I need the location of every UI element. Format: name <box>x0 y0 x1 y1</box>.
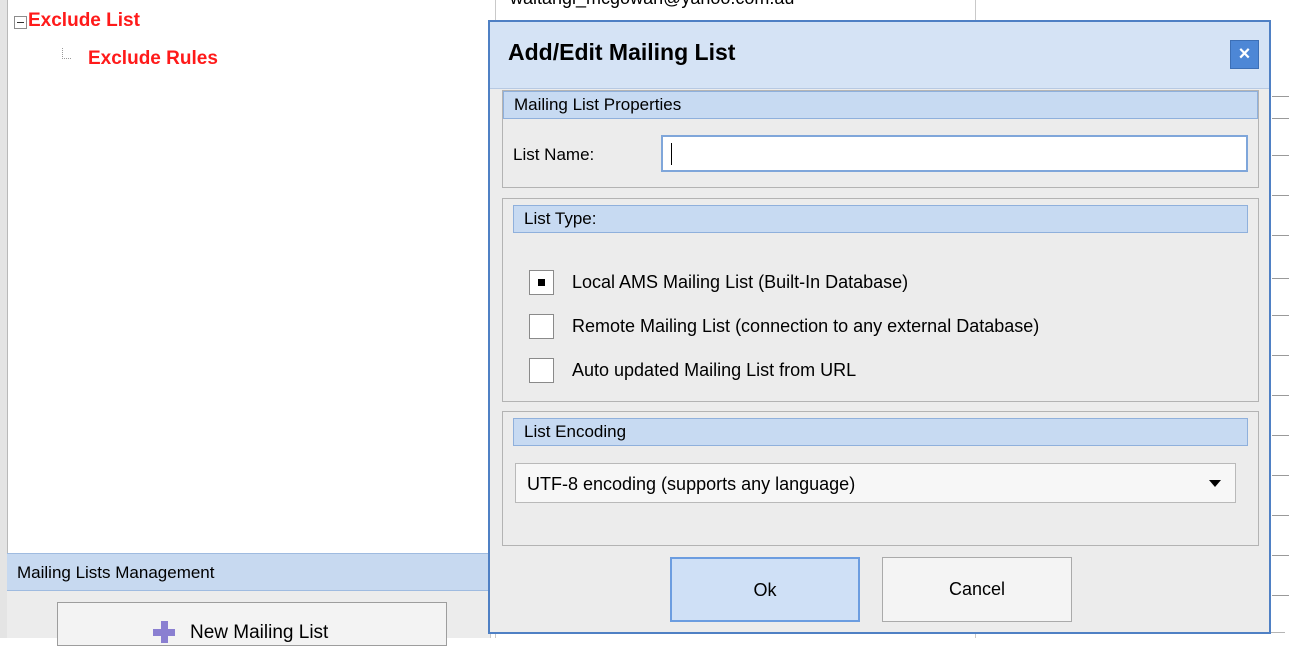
dialog-titlebar[interactable]: Add/Edit Mailing List × <box>490 22 1269 89</box>
option-label: Remote Mailing List (connection to any e… <box>572 316 1040 336</box>
list-type-header: List Type: <box>513 205 1248 233</box>
list-encoding-header: List Encoding <box>513 418 1248 446</box>
tree-connector-icon <box>62 48 71 59</box>
new-mailing-list-label: New Mailing List <box>190 622 329 643</box>
dialog-title: Add/Edit Mailing List <box>508 39 736 65</box>
list-encoding-group: List Encoding UTF-8 encoding (supports a… <box>502 411 1259 546</box>
list-type-group: List Type: Local AMS Mailing List (Built… <box>502 198 1259 402</box>
add-edit-mailing-list-dialog: Add/Edit Mailing List × Mailing List Pro… <box>488 20 1271 634</box>
plus-icon <box>153 621 175 643</box>
checkbox-checked[interactable] <box>529 270 554 295</box>
tree-item-label: Exclude List <box>28 10 140 31</box>
left-panel-edge <box>0 0 8 638</box>
email-cell: waitangi_mcgowan@yahoo.com.au <box>510 0 794 9</box>
close-button[interactable]: × <box>1230 40 1259 69</box>
text-caret <box>671 143 672 165</box>
ok-button[interactable]: Ok <box>670 557 860 622</box>
option-label: Auto updated Mailing List from URL <box>572 360 857 380</box>
new-mailing-list-button[interactable]: New Mailing List <box>57 602 447 646</box>
list-name-input[interactable] <box>661 135 1248 172</box>
collapse-icon[interactable] <box>14 16 27 29</box>
option-label: Local AMS Mailing List (Built-In Databas… <box>572 272 909 292</box>
list-name-label: List Name: <box>513 145 595 164</box>
checkbox-unchecked[interactable] <box>529 314 554 339</box>
encoding-select[interactable]: UTF-8 encoding (supports any language) <box>515 463 1236 503</box>
encoding-selected-value: UTF-8 encoding (supports any language) <box>527 474 856 494</box>
tree-item-label: Exclude Rules <box>88 48 218 69</box>
mailing-lists-management-header: Mailing Lists Management <box>7 553 490 591</box>
properties-header: Mailing List Properties <box>503 91 1258 119</box>
checkbox-unchecked[interactable] <box>529 358 554 383</box>
cancel-button[interactable]: Cancel <box>882 557 1072 622</box>
close-icon: × <box>1238 43 1251 65</box>
chevron-down-icon[interactable] <box>1209 480 1221 487</box>
properties-group: Mailing List Properties List Name: <box>502 90 1259 188</box>
